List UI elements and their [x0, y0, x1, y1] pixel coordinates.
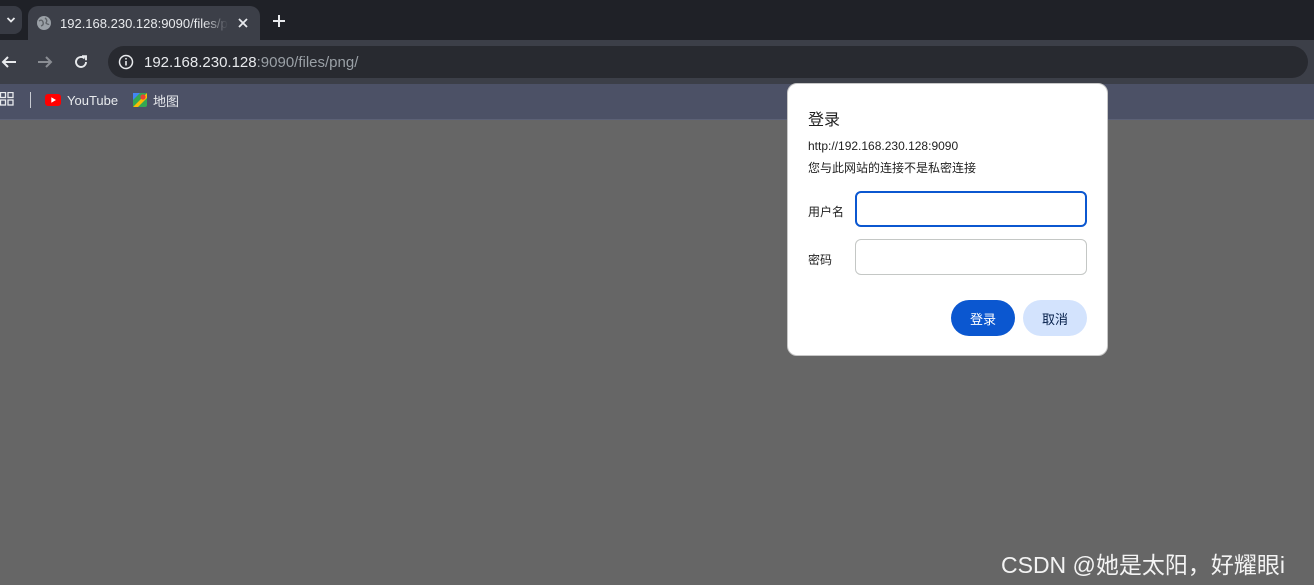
address-url: 192.168.230.128:9090/files/png/ — [144, 54, 358, 71]
username-input[interactable] — [855, 191, 1087, 227]
dialog-origin: http://192.168.230.128:9090 — [808, 139, 959, 153]
chevron-down-icon — [6, 17, 16, 23]
tab-search-button[interactable] — [0, 6, 22, 34]
page-content — [0, 121, 1314, 585]
bookmark-label: YouTube — [67, 92, 119, 108]
globe-icon — [37, 16, 51, 30]
bookmark-maps[interactable]: 地图 — [133, 91, 179, 109]
plus-icon[interactable] — [270, 12, 288, 30]
dialog-title: 登录 — [808, 112, 841, 129]
info-icon[interactable] — [118, 54, 134, 70]
apps-grid-icon[interactable] — [0, 92, 14, 106]
youtube-icon — [45, 94, 61, 106]
cancel-button[interactable]: 取消 — [1023, 300, 1087, 336]
password-label: 密码 — [808, 253, 833, 267]
login-button[interactable]: 登录 — [951, 300, 1015, 336]
browser-toolbar: 192.168.230.128:9090/files/png/ — [0, 40, 1314, 84]
tab-title: 192.168.230.128:9090/files/png/ — [60, 15, 228, 31]
reload-icon[interactable] — [72, 53, 90, 71]
bookmark-youtube[interactable]: YouTube — [45, 91, 118, 109]
bookmarks-separator — [30, 92, 31, 108]
password-input[interactable] — [855, 239, 1087, 275]
address-bar[interactable]: 192.168.230.128:9090/files/png/ — [108, 46, 1308, 78]
dialog-warning: 您与此网站的连接不是私密连接 — [808, 161, 977, 175]
bookmark-label: 地图 — [153, 93, 180, 109]
url-host: 192.168.230.128 — [144, 53, 257, 71]
watermark: CSDN @她是太阳，好耀眼i — [1001, 552, 1286, 578]
browser-tab[interactable]: 192.168.230.128:9090/files/png/ — [28, 6, 260, 40]
username-label: 用户名 — [808, 205, 845, 219]
url-path: :9090/files/png/ — [256, 53, 359, 71]
arrow-right-icon[interactable] — [36, 53, 54, 71]
bookmarks-bar — [0, 84, 1314, 120]
close-icon[interactable] — [236, 16, 250, 30]
login-dialog: 登录 http://192.168.230.128:9090 您与此网站的连接不… — [787, 83, 1108, 356]
tab-strip: 192.168.230.128:9090/files/png/ — [0, 0, 1314, 40]
arrow-left-icon[interactable] — [0, 53, 18, 71]
maps-icon — [133, 93, 147, 107]
